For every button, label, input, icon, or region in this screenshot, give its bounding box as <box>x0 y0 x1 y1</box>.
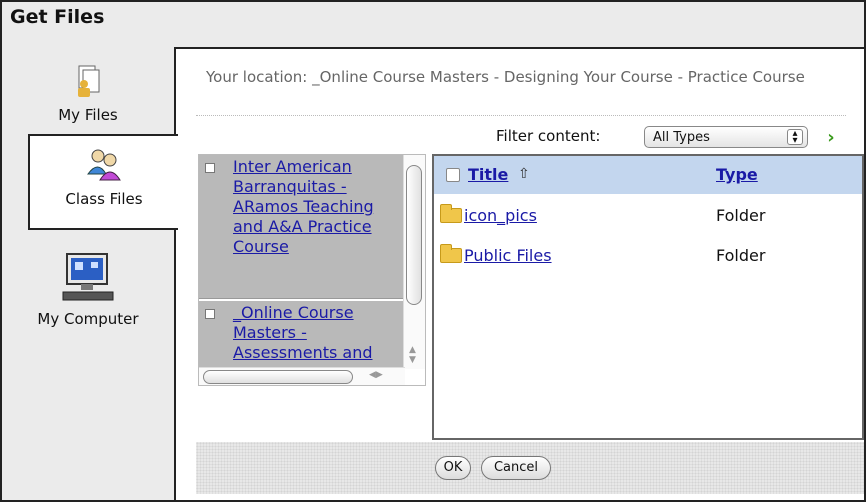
row-type: Folder <box>716 246 766 265</box>
scroll-thumb[interactable] <box>203 370 353 384</box>
file-list-header: Title ⇧ Type <box>434 156 862 194</box>
tree-item-link[interactable]: Inter American Barranquitas - ARamos Tea… <box>233 157 399 257</box>
row-name-link[interactable]: Public Files <box>464 246 552 265</box>
folder-icon <box>440 204 462 223</box>
tree-branch-icon <box>205 309 215 319</box>
tab-my-computer-label: My Computer <box>37 310 139 328</box>
select-arrows-icon: ▴ ▾ <box>787 129 803 146</box>
select-all-checkbox[interactable] <box>446 168 460 182</box>
dialog-title: Get Files <box>10 6 105 28</box>
column-title[interactable]: Title <box>468 165 508 184</box>
folder-icon <box>440 244 462 263</box>
filter-selected-value: All Types <box>653 130 710 145</box>
filter-select[interactable]: All Types ▴ ▾ <box>644 126 808 148</box>
scroll-arrows-icon[interactable]: ◀▶ <box>369 370 383 380</box>
tab-my-computer[interactable]: My Computer <box>2 248 174 358</box>
tab-my-files[interactable]: My Files <box>2 58 174 134</box>
table-row[interactable]: Public Files Folder <box>434 236 862 276</box>
scroll-thumb[interactable] <box>406 165 422 305</box>
tab-my-files-label: My Files <box>58 106 118 124</box>
content-panel: Your location: _Online Course Masters - … <box>174 47 864 500</box>
tree-item-link[interactable]: _Online Course Masters - Assessments and <box>233 303 399 363</box>
scroll-arrows-icon[interactable]: ▲ ▼ <box>409 345 416 365</box>
chevron-right-icon: › <box>827 127 835 148</box>
tree-branch-icon <box>205 163 215 173</box>
tab-class-files[interactable]: Class Files <box>28 134 178 230</box>
tree-vertical-scrollbar[interactable]: ▲ ▼ <box>403 155 425 369</box>
divider <box>196 115 846 116</box>
class-files-icon <box>87 149 121 181</box>
ok-button[interactable]: OK <box>435 456 471 480</box>
cancel-button[interactable]: Cancel <box>481 456 551 480</box>
filter-label: Filter content: <box>496 127 601 145</box>
row-type: Folder <box>716 206 766 225</box>
get-files-dialog: Get Files My Files Class Files My Comput… <box>0 0 866 502</box>
computer-icon <box>62 253 114 301</box>
course-tree: Inter American Barranquitas - ARamos Tea… <box>198 154 426 386</box>
tree-item[interactable]: Inter American Barranquitas - ARamos Tea… <box>199 155 405 299</box>
column-type[interactable]: Type <box>716 165 758 184</box>
file-list: Title ⇧ Type icon_pics Folder Public Fil… <box>432 154 864 440</box>
tree-horizontal-scrollbar[interactable]: ◀▶ <box>199 367 405 385</box>
tab-class-files-label: Class Files <box>65 190 143 208</box>
dialog-footer: OK Cancel <box>196 442 864 494</box>
table-row[interactable]: icon_pics Folder <box>434 196 862 236</box>
sort-ascending-icon: ⇧ <box>518 166 530 182</box>
my-files-icon <box>78 65 100 97</box>
filter-go-button[interactable]: › <box>818 126 844 150</box>
location-path: Your location: _Online Course Masters - … <box>206 68 805 86</box>
row-name-link[interactable]: icon_pics <box>464 206 537 225</box>
